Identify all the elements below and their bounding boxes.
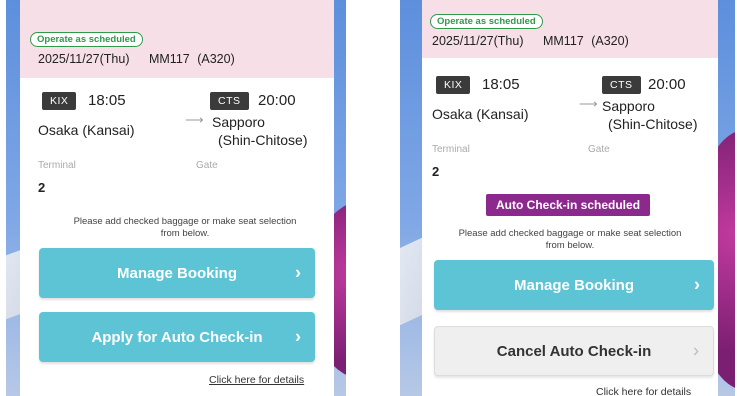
flight-card: Operate as scheduled 2025/11/27(Thu) MM1… <box>422 0 718 396</box>
arrival-city: Sapporo <box>212 114 265 130</box>
apply-auto-checkin-label: Apply for Auto Check-in <box>91 328 263 346</box>
auto-checkin-scheduled-badge: Auto Check-in scheduled <box>486 194 651 216</box>
manage-booking-label: Manage Booking <box>116 264 237 282</box>
terminal-label: Terminal <box>38 160 76 171</box>
screenshot-after: Operate as scheduled 2025/11/27(Thu) MM1… <box>400 0 735 396</box>
arrival-time: 20:00 <box>648 76 686 93</box>
flight-number: MM117 <box>542 34 584 48</box>
manage-booking-button[interactable]: Manage Booking › <box>39 248 315 298</box>
aircraft-type: (A320) <box>197 52 235 66</box>
departure-code: KIX <box>436 76 471 94</box>
comparison-stage: Operate as scheduled 2025/11/27(Thu) MM1… <box>0 0 737 396</box>
flight-date: 2025/11/27(Thu) <box>38 52 130 66</box>
arrival-city: Sapporo <box>602 98 655 114</box>
cancel-auto-checkin-button[interactable]: Cancel Auto Check-in › <box>434 326 714 376</box>
baggage-note-line-1: Please add checked baggage or make seat … <box>458 228 682 239</box>
flight-date-line: 2025/11/27(Thu) MM117 (A320) <box>38 52 235 66</box>
terminal-label: Terminal <box>432 144 470 155</box>
manage-booking-label: Manage Booking <box>513 276 634 294</box>
departure-time: 18:05 <box>88 92 126 109</box>
apply-auto-checkin-button[interactable]: Apply for Auto Check-in › <box>39 312 315 362</box>
manage-booking-button[interactable]: Manage Booking › <box>434 260 714 310</box>
flight-date: 2025/11/27(Thu) <box>432 34 524 48</box>
baggage-note: Please add checked baggage or make seat … <box>436 228 704 252</box>
chevron-right-icon: › <box>295 326 301 347</box>
arrow-right-icon: ⟶ <box>185 112 204 127</box>
flight-card: Operate as scheduled 2025/11/27(Thu) MM1… <box>20 0 334 396</box>
flight-header: Operate as scheduled 2025/11/27(Thu) MM1… <box>20 0 334 78</box>
status-badge: Operate as scheduled <box>30 32 143 47</box>
arrow-right-icon: ⟶ <box>579 96 598 111</box>
terminal-value: 2 <box>432 164 440 179</box>
chevron-right-icon: › <box>295 262 301 283</box>
arrival-time: 20:00 <box>258 92 296 109</box>
gate-label: Gate <box>196 160 218 171</box>
cancel-auto-checkin-label: Cancel Auto Check-in <box>496 342 652 360</box>
departure-city: Osaka (Kansai) <box>38 122 135 138</box>
baggage-note: Please add checked baggage or make seat … <box>50 216 320 240</box>
gate-label: Gate <box>588 144 610 155</box>
details-link[interactable]: Click here for details <box>596 386 691 396</box>
arrival-code: CTS <box>602 76 641 94</box>
flight-header: Operate as scheduled 2025/11/27(Thu) MM1… <box>422 0 718 58</box>
baggage-note-line-1: Please add checked baggage or make seat … <box>73 216 297 227</box>
details-link[interactable]: Click here for details <box>209 374 304 386</box>
baggage-note-line-2: from below. <box>545 240 595 251</box>
screenshot-before: Operate as scheduled 2025/11/27(Thu) MM1… <box>6 0 346 396</box>
arrival-city-sub: (Shin-Chitose) <box>218 132 308 148</box>
departure-code: KIX <box>42 92 77 110</box>
chevron-right-icon: › <box>694 274 700 295</box>
arrival-code: CTS <box>210 92 249 110</box>
arrival-city-sub: (Shin-Chitose) <box>608 116 698 132</box>
terminal-value: 2 <box>38 180 46 195</box>
status-badge: Operate as scheduled <box>430 14 543 29</box>
departure-time: 18:05 <box>482 76 520 93</box>
flight-number: MM117 <box>148 52 190 66</box>
chevron-right-icon: › <box>693 340 699 361</box>
aircraft-type: (A320) <box>591 34 629 48</box>
departure-city: Osaka (Kansai) <box>432 106 529 122</box>
baggage-note-line-2: from below. <box>160 228 210 239</box>
flight-date-line: 2025/11/27(Thu) MM117 (A320) <box>432 34 629 48</box>
